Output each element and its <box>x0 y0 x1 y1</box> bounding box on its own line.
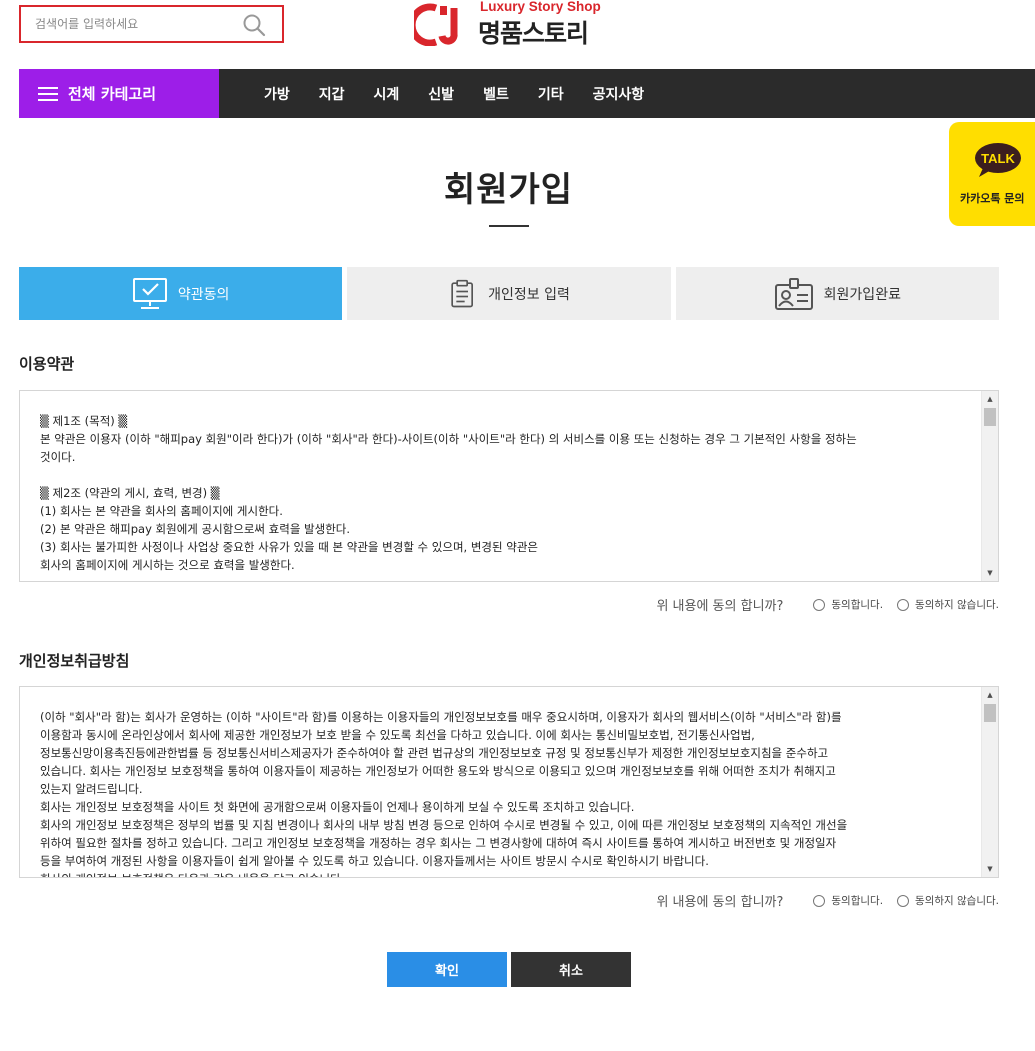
hamburger-icon <box>38 86 58 101</box>
nav-item-bags[interactable]: 가방 <box>264 84 290 104</box>
privacy-agree-row: 위 내용에 동의 합니까? 동의합니다. 동의하지 않습니다. <box>656 891 999 910</box>
terms-section-title: 이용약관 <box>19 355 75 373</box>
terms-agree-radio[interactable]: 동의합니다. <box>813 597 883 612</box>
terms-content: ▒ 제1조 (목적) ▒ 본 약관은 이용자 (이하 "해피pay 회원"이라 … <box>40 414 857 572</box>
privacy-agree-radio[interactable]: 동의합니다. <box>813 893 883 908</box>
nav-menu: 가방 지갑 시계 신발 벨트 기타 공지사항 <box>264 69 673 118</box>
terms-scrollbar[interactable]: ▲ ▼ <box>981 391 998 581</box>
radio-circle-icon[interactable] <box>897 894 910 907</box>
signup-steps: 약관동의 개인정보 입력 회원가입완료 <box>19 267 999 320</box>
page-title: 회원가입 <box>443 170 574 210</box>
all-categories-label: 전체 카테고리 <box>68 85 157 103</box>
cancel-button[interactable]: 취소 <box>511 952 631 987</box>
terms-agree-label: 동의합니다. <box>831 599 884 611</box>
terms-textbox[interactable]: ▒ 제1조 (목적) ▒ 본 약관은 이용자 (이하 "해피pay 회원"이라 … <box>19 390 999 582</box>
privacy-disagree-radio[interactable]: 동의하지 않습니다. <box>897 893 999 908</box>
terms-agree-question: 위 내용에 동의 합니까? <box>656 599 784 614</box>
scroll-up-arrow-icon[interactable]: ▲ <box>982 391 998 407</box>
scroll-up-arrow-icon[interactable]: ▲ <box>982 687 998 703</box>
privacy-agree-question: 위 내용에 동의 합니까? <box>656 895 784 910</box>
logo-english-text: Luxury Story Shop <box>480 0 601 14</box>
nav-item-watches[interactable]: 시계 <box>374 84 400 104</box>
terms-disagree-label: 동의하지 않습니다. <box>915 599 999 611</box>
terms-disagree-radio[interactable]: 동의하지 않습니다. <box>897 597 999 612</box>
step-personal-info: 개인정보 입력 <box>347 267 671 320</box>
privacy-disagree-label: 동의하지 않습니다. <box>915 895 999 907</box>
logo-korean-text: 명품스토리 <box>478 19 589 48</box>
monitor-check-icon <box>132 277 167 309</box>
radio-circle-icon[interactable] <box>897 598 910 611</box>
step-complete-label: 회원가입완료 <box>823 286 901 303</box>
privacy-section-title: 개인정보취급방침 <box>19 652 130 670</box>
step-terms-agreement: 약관동의 <box>19 267 343 320</box>
privacy-textbox[interactable]: (이하 "회사"라 함)는 회사가 운영하는 (이하 "사이트"라 함)를 이용… <box>19 686 999 878</box>
confirm-button[interactable]: 확인 <box>387 952 507 987</box>
logo-mark-icon <box>414 3 458 46</box>
scroll-down-arrow-icon[interactable]: ▼ <box>982 861 998 877</box>
radio-circle-icon[interactable] <box>813 598 826 611</box>
step-signup-complete: 회원가입완료 <box>675 267 999 320</box>
search-icon[interactable] <box>242 13 266 37</box>
logo[interactable]: Luxury Story Shop 명품스토리 <box>414 0 624 50</box>
nav-item-wallets[interactable]: 지갑 <box>319 84 345 104</box>
nav-item-notice[interactable]: 공지사항 <box>593 84 645 104</box>
terms-agree-row: 위 내용에 동의 합니까? 동의합니다. 동의하지 않습니다. <box>656 595 999 614</box>
radio-circle-icon[interactable] <box>813 894 826 907</box>
clipboard-icon <box>451 279 474 307</box>
search-input[interactable] <box>35 14 235 34</box>
privacy-content: (이하 "회사"라 함)는 회사가 운영하는 (이하 "사이트"라 함)를 이용… <box>40 710 848 877</box>
nav-item-belts[interactable]: 벨트 <box>483 84 509 104</box>
scroll-thumb[interactable] <box>984 408 996 426</box>
step-personal-info-label: 개인정보 입력 <box>488 286 570 303</box>
scroll-down-arrow-icon[interactable]: ▼ <box>982 565 998 581</box>
step-terms-label: 약관동의 <box>177 286 230 303</box>
scroll-thumb[interactable] <box>984 704 996 722</box>
all-categories-button[interactable]: 전체 카테고리 <box>19 69 219 118</box>
privacy-agree-label: 동의합니다. <box>831 895 884 907</box>
id-card-icon <box>774 277 813 310</box>
search-box <box>19 5 284 43</box>
title-underline <box>489 225 529 227</box>
nav-item-etc[interactable]: 기타 <box>538 84 564 104</box>
main-navbar: 전체 카테고리 가방 지갑 시계 신발 벨트 기타 공지사항 <box>19 69 1035 118</box>
privacy-scrollbar[interactable]: ▲ ▼ <box>981 687 998 877</box>
nav-item-shoes[interactable]: 신발 <box>428 84 454 104</box>
